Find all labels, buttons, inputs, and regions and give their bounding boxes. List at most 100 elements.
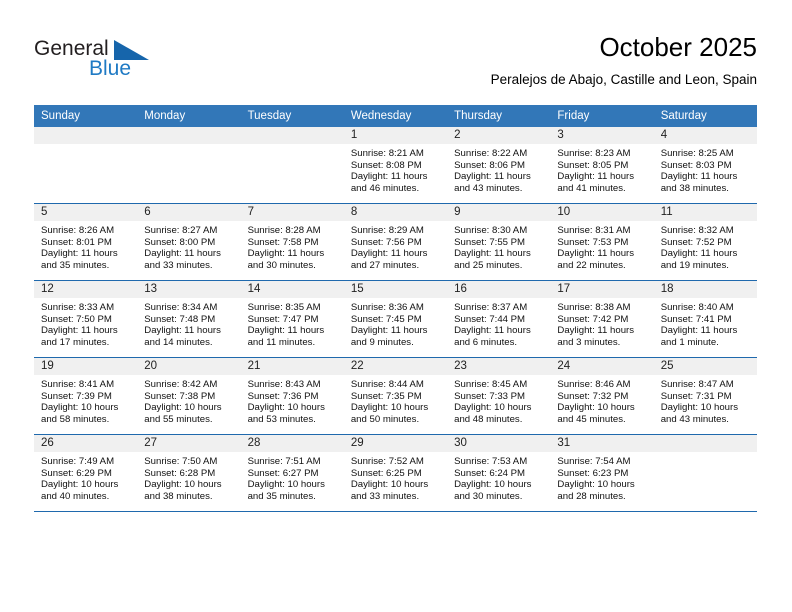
day-cell[interactable]: 27 Sunrise: 7:50 AM Sunset: 6:28 PM Dayligh… [137, 434, 241, 512]
day-cell-inner: 7 Sunrise: 8:28 AM Sunset: 7:58 PM Daylight… [240, 204, 344, 280]
daylight-text-line2: and 48 minutes. [454, 413, 523, 425]
day-cell[interactable]: 26 Sunrise: 7:49 AM Sunset: 6:29 PM Dayligh… [34, 434, 138, 512]
day-cell-inner: 28 Sunrise: 7:51 AM Sunset: 6:27 PM Dayligh… [240, 435, 344, 511]
daylight-text-line1: Daylight: 11 hours [144, 325, 221, 337]
day-cell[interactable]: 23 Sunrise: 8:45 AM Sunset: 7:33 PM Dayligh… [447, 357, 551, 435]
sunset-text: Sunset: 6:27 PM [247, 467, 319, 479]
day-cell[interactable]: 20 Sunrise: 8:42 AM Sunset: 7:38 PM Dayligh… [137, 357, 241, 435]
day-cell[interactable]: 5 Sunrise: 8:26 AM Sunset: 8:01 PM Daylight… [34, 203, 138, 281]
day-cell[interactable]: 30 Sunrise: 7:53 AM Sunset: 6:24 PM Dayligh… [447, 434, 551, 512]
calendar-page: General Blue October 2025 Peralejos de A… [0, 0, 792, 612]
sunset-text: Sunset: 7:52 PM [660, 236, 732, 248]
sunset-text: Sunset: 7:58 PM [247, 236, 319, 248]
day-details: Sunrise: 8:44 AM Sunset: 7:35 PM Daylight:… [344, 375, 447, 425]
daylight-text-line1: Daylight: 10 hours [660, 402, 739, 414]
daylight-text-line2: and 22 minutes. [557, 259, 626, 271]
sunrise-text: Sunrise: 8:21 AM [350, 148, 424, 159]
general-blue-logo[interactable]: General Blue [34, 38, 214, 86]
day-cell-inner: 11 Sunrise: 8:32 AM Sunset: 7:52 PM Dayligh… [653, 204, 757, 280]
day-cell-inner: 10 Sunrise: 8:31 AM Sunset: 7:53 PM Dayligh… [550, 204, 654, 280]
day-cell-inner: 31 Sunrise: 7:54 AM Sunset: 6:23 PM Dayligh… [550, 435, 654, 511]
sunset-text: Sunset: 8:00 PM [144, 236, 216, 248]
daylight-text-line1: Daylight: 10 hours [350, 479, 429, 491]
daylight-text-line2: and 33 minutes. [144, 259, 213, 271]
day-cell[interactable]: 3 Sunrise: 8:23 AM Sunset: 8:05 PM Daylight… [550, 127, 654, 204]
day-details: Sunrise: 8:33 AM Sunset: 7:50 PM Daylight:… [34, 298, 137, 348]
daylight-text-line2: and 33 minutes. [350, 490, 420, 502]
sunset-text: Sunset: 7:39 PM [41, 390, 112, 402]
day-cell-empty [34, 127, 138, 204]
day-cell[interactable]: 10 Sunrise: 8:31 AM Sunset: 7:53 PM Dayligh… [550, 203, 654, 281]
day-number: 19 [34, 358, 138, 375]
day-number [137, 127, 241, 144]
sunset-text: Sunset: 6:24 PM [454, 467, 526, 479]
sunset-text: Sunset: 8:03 PM [660, 159, 732, 171]
daylight-text-line2: and 35 minutes. [247, 490, 316, 502]
day-cell[interactable]: 18 Sunrise: 8:40 AM Sunset: 7:41 PM Dayligh… [653, 280, 757, 358]
day-number: 9 [447, 204, 551, 221]
day-cell[interactable]: 8 Sunrise: 8:29 AM Sunset: 7:56 PM Daylight… [343, 203, 448, 281]
day-number: 8 [343, 204, 448, 221]
sunrise-text: Sunrise: 8:40 AM [660, 302, 734, 313]
daylight-text-line2: and 38 minutes. [144, 490, 213, 502]
daylight-text-line1: Daylight: 11 hours [41, 325, 118, 337]
day-cell-inner: 29 Sunrise: 7:52 AM Sunset: 6:25 PM Dayligh… [343, 435, 448, 511]
day-cell[interactable]: 25 Sunrise: 8:47 AM Sunset: 7:31 PM Dayligh… [653, 357, 757, 435]
day-number: 24 [550, 358, 654, 375]
day-cell-inner: 21 Sunrise: 8:43 AM Sunset: 7:36 PM Dayligh… [240, 358, 344, 434]
weekday-header-tuesday: Tuesday [240, 105, 344, 127]
sunrise-text: Sunrise: 8:25 AM [660, 148, 734, 159]
day-number: 12 [34, 281, 138, 298]
weekday-header-sunday: Sunday [34, 105, 138, 127]
daylight-text-line2: and 6 minutes. [454, 336, 518, 348]
day-number: 21 [240, 358, 344, 375]
day-cell-inner: 14 Sunrise: 8:35 AM Sunset: 7:47 PM Dayligh… [240, 281, 344, 357]
day-cell[interactable]: 21 Sunrise: 8:43 AM Sunset: 7:36 PM Dayligh… [240, 357, 344, 435]
day-cell[interactable]: 16 Sunrise: 8:37 AM Sunset: 7:44 PM Dayligh… [447, 280, 551, 358]
day-number: 23 [447, 358, 551, 375]
day-cell[interactable]: 17 Sunrise: 8:38 AM Sunset: 7:42 PM Dayligh… [550, 280, 654, 358]
day-cell[interactable]: 31 Sunrise: 7:54 AM Sunset: 6:23 PM Dayligh… [550, 434, 654, 512]
day-cell[interactable]: 11 Sunrise: 8:32 AM Sunset: 7:52 PM Dayligh… [653, 203, 757, 281]
logo-text-general: General [34, 37, 109, 60]
day-cell-inner: 25 Sunrise: 8:47 AM Sunset: 7:31 PM Dayligh… [653, 358, 757, 434]
day-cell[interactable]: 24 Sunrise: 8:46 AM Sunset: 7:32 PM Dayligh… [550, 357, 654, 435]
day-number: 20 [137, 358, 241, 375]
day-details: Sunrise: 8:40 AM Sunset: 7:41 PM Daylight:… [654, 298, 757, 348]
day-cell[interactable]: 9 Sunrise: 8:30 AM Sunset: 7:55 PM Daylight… [447, 203, 551, 281]
daylight-text-line1: Daylight: 11 hours [350, 171, 428, 183]
day-cell[interactable]: 4 Sunrise: 8:25 AM Sunset: 8:03 PM Daylight… [653, 127, 757, 204]
sunrise-text: Sunrise: 8:28 AM [247, 225, 321, 236]
day-cell[interactable]: 7 Sunrise: 8:28 AM Sunset: 7:58 PM Daylight… [240, 203, 344, 281]
daylight-text-line2: and 30 minutes. [454, 490, 523, 502]
day-cell-inner: 26 Sunrise: 7:49 AM Sunset: 6:29 PM Dayligh… [34, 435, 138, 511]
day-cell[interactable]: 12 Sunrise: 8:33 AM Sunset: 7:50 PM Dayligh… [34, 280, 138, 358]
day-cell[interactable]: 13 Sunrise: 8:34 AM Sunset: 7:48 PM Dayligh… [137, 280, 241, 358]
sunset-text: Sunset: 7:45 PM [350, 313, 422, 325]
day-cell[interactable]: 6 Sunrise: 8:27 AM Sunset: 8:00 PM Daylight… [137, 203, 241, 281]
daylight-text-line1: Daylight: 11 hours [247, 325, 325, 337]
day-cell[interactable]: 2 Sunrise: 8:22 AM Sunset: 8:06 PM Daylight… [447, 127, 551, 204]
day-cell-inner: 6 Sunrise: 8:27 AM Sunset: 8:00 PM Daylight… [137, 204, 241, 280]
day-cell[interactable]: 1 Sunrise: 8:21 AM Sunset: 8:08 PM Daylight… [343, 127, 448, 204]
sunset-text: Sunset: 7:50 PM [41, 313, 112, 325]
day-cell[interactable]: 29 Sunrise: 7:52 AM Sunset: 6:25 PM Dayligh… [343, 434, 448, 512]
day-details: Sunrise: 8:31 AM Sunset: 7:53 PM Daylight:… [550, 221, 653, 271]
day-details: Sunrise: 8:42 AM Sunset: 7:38 PM Daylight:… [137, 375, 240, 425]
day-number: 18 [653, 281, 757, 298]
day-cell[interactable]: 28 Sunrise: 7:51 AM Sunset: 6:27 PM Dayligh… [240, 434, 344, 512]
day-cell-inner [137, 127, 241, 203]
daylight-text-line1: Daylight: 11 hours [454, 325, 531, 337]
daylight-text-line1: Daylight: 10 hours [557, 479, 635, 491]
day-cell-inner: 22 Sunrise: 8:44 AM Sunset: 7:35 PM Dayligh… [343, 358, 448, 434]
sunrise-text: Sunrise: 8:35 AM [247, 302, 321, 313]
day-cell[interactable]: 14 Sunrise: 8:35 AM Sunset: 7:47 PM Dayligh… [240, 280, 344, 358]
day-cell[interactable]: 15 Sunrise: 8:36 AM Sunset: 7:45 PM Dayligh… [343, 280, 448, 358]
day-cell[interactable]: 19 Sunrise: 8:41 AM Sunset: 7:39 PM Dayligh… [34, 357, 138, 435]
day-cell-empty [137, 127, 241, 204]
sunset-text: Sunset: 7:56 PM [350, 236, 422, 248]
sunrise-text: Sunrise: 7:50 AM [144, 456, 218, 467]
day-cell-inner: 18 Sunrise: 8:40 AM Sunset: 7:41 PM Dayligh… [653, 281, 757, 357]
day-cell[interactable]: 22 Sunrise: 8:44 AM Sunset: 7:35 PM Dayligh… [343, 357, 448, 435]
daylight-text-line2: and 25 minutes. [454, 259, 523, 271]
